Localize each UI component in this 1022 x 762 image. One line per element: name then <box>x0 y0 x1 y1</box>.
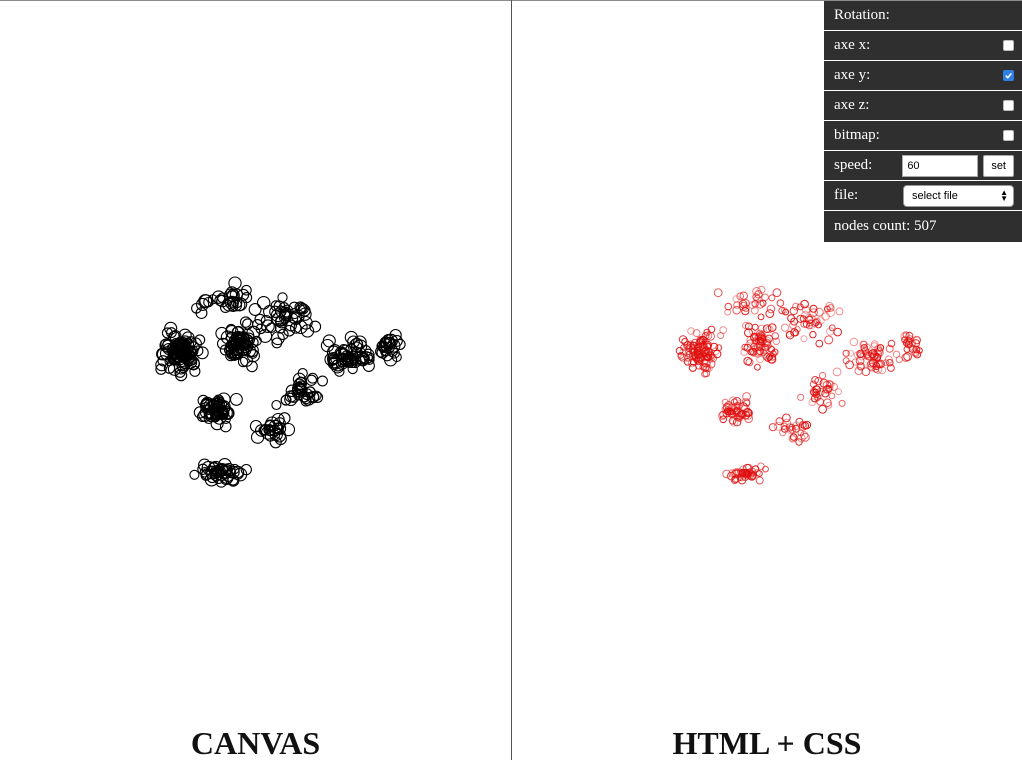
node-circle <box>751 323 759 331</box>
node-circle <box>271 399 282 411</box>
node-circle <box>755 470 763 478</box>
file-row: file: select file ▲ ▼ <box>824 181 1022 211</box>
node-circle <box>277 292 288 303</box>
rotation-label: Rotation: <box>834 7 890 23</box>
speed-input[interactable]: 60 <box>902 154 979 177</box>
speed-label: speed: <box>834 157 873 173</box>
canvas-node-cloud <box>155 276 406 488</box>
rotation-row: Rotation: <box>824 1 1022 31</box>
check-icon <box>1005 72 1013 79</box>
node-circle <box>239 316 252 328</box>
nodes-count-row: nodes count: 507 <box>824 211 1022 242</box>
node-circle <box>757 313 765 321</box>
bitmap-row: bitmap: <box>824 121 1022 151</box>
axe-z-checkbox[interactable] <box>1003 100 1014 111</box>
node-circle <box>849 337 859 347</box>
axe-x-row: axe x: <box>824 31 1022 61</box>
axe-z-label: axe z: <box>834 97 870 113</box>
canvas-pane: CANVAS <box>0 1 511 761</box>
node-circle <box>815 339 824 348</box>
node-circle <box>809 330 817 339</box>
file-select-value: select file <box>912 189 958 202</box>
node-circle <box>256 296 271 310</box>
node-circle <box>713 288 723 298</box>
node-circle <box>768 423 777 432</box>
node-circle <box>835 307 844 316</box>
node-circle <box>818 404 828 414</box>
node-circle <box>762 465 769 473</box>
bitmap-label: bitmap: <box>834 127 880 143</box>
node-circle <box>838 399 846 407</box>
node-circle <box>754 363 761 371</box>
node-circle <box>851 358 859 366</box>
speed-controls: 60 set <box>902 154 1014 177</box>
axe-y-checkbox[interactable] <box>1003 70 1014 81</box>
nodes-count-label: nodes count: 507 <box>834 218 937 234</box>
node-circle <box>847 350 855 357</box>
axe-z-row: axe z: <box>824 91 1022 121</box>
control-panel: Rotation: axe x: axe y: axe z: bitmap: s… <box>824 1 1022 242</box>
set-button[interactable]: set <box>983 154 1014 177</box>
html-css-title: HTML + CSS <box>672 725 862 761</box>
node-circle <box>832 367 842 377</box>
node-circle <box>800 335 808 343</box>
file-select[interactable]: select file ▲ ▼ <box>903 184 1014 207</box>
node-circle <box>248 303 262 316</box>
node-circle <box>775 417 784 426</box>
node-circle <box>789 306 798 316</box>
node-circle <box>895 356 903 364</box>
node-circle <box>828 392 836 400</box>
axe-y-row: axe y: <box>824 61 1022 91</box>
node-circle <box>766 304 776 314</box>
node-circle <box>189 365 201 377</box>
canvas-title: CANVAS <box>190 725 321 761</box>
file-label: file: <box>834 187 859 203</box>
node-circle <box>241 292 253 304</box>
node-circle <box>797 393 805 401</box>
node-circle <box>765 309 775 319</box>
node-circle <box>794 326 801 333</box>
speed-row: speed: 60 set <box>824 151 1022 181</box>
node-circle <box>780 323 790 332</box>
bitmap-checkbox[interactable] <box>1003 130 1014 141</box>
select-arrows-icon: ▲ ▼ <box>1000 187 1008 203</box>
node-circle <box>317 375 328 387</box>
axe-x-label: axe x: <box>834 37 871 53</box>
node-circle <box>755 476 764 485</box>
node-circle <box>761 293 769 302</box>
node-circle <box>732 305 741 315</box>
node-circle <box>824 335 834 345</box>
node-circle <box>833 327 843 337</box>
node-circle <box>826 327 835 336</box>
axe-y-label: axe y: <box>834 67 871 83</box>
node-circle <box>772 288 782 298</box>
node-circle <box>229 392 243 406</box>
node-circle <box>199 294 213 308</box>
node-circle <box>189 469 200 480</box>
node-circle <box>776 299 785 308</box>
axe-x-checkbox[interactable] <box>1003 40 1014 51</box>
node-circle <box>717 332 725 339</box>
